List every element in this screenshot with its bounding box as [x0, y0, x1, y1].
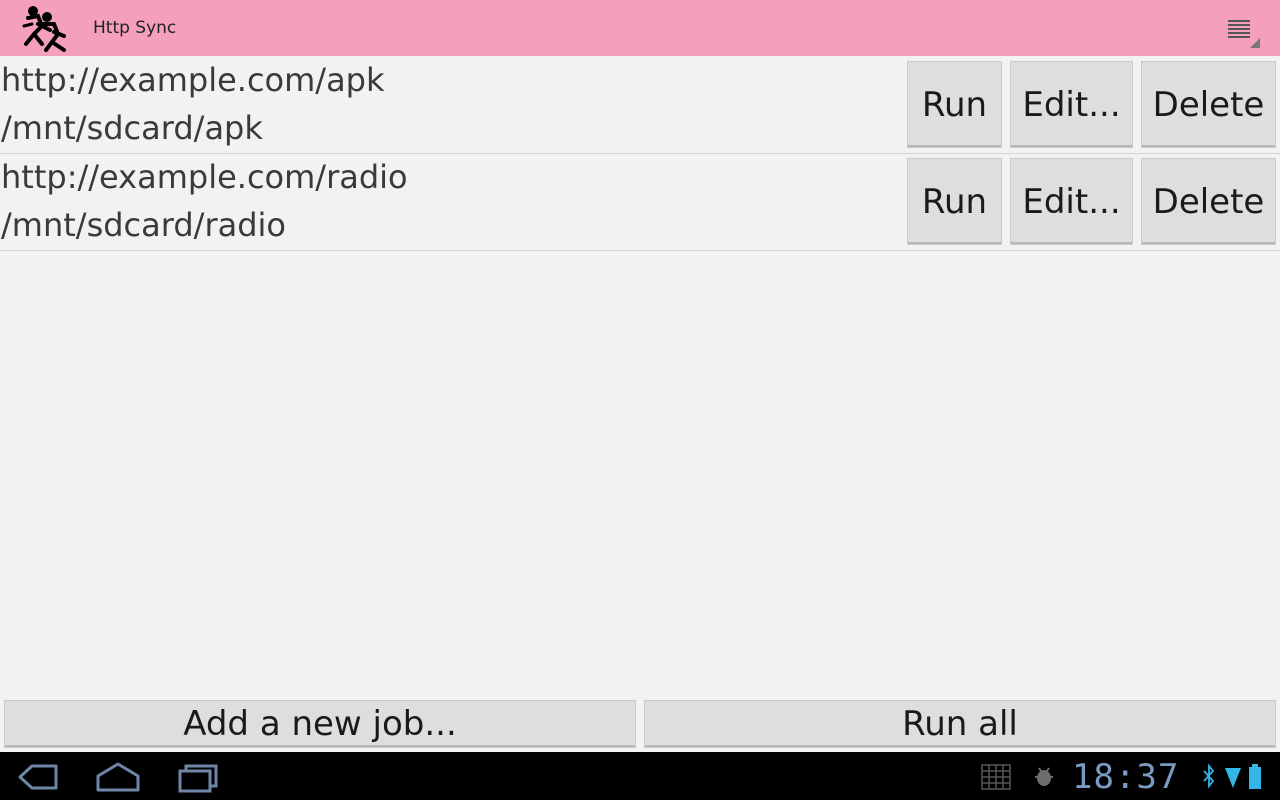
- job-path: /mnt/sdcard/apk: [1, 109, 263, 147]
- run-job-button[interactable]: Run: [907, 61, 1002, 148]
- run-job-button[interactable]: Run: [907, 158, 1002, 245]
- delete-job-button[interactable]: Delete: [1141, 61, 1276, 148]
- screen: Http Sync http://example.com/apk /mnt/sd…: [0, 0, 1280, 800]
- wifi-icon: [1225, 768, 1241, 788]
- screenshot-grid-icon[interactable]: [980, 762, 1012, 792]
- edit-job-button[interactable]: Edit...: [1010, 158, 1133, 245]
- bluetooth-icon: [1203, 763, 1215, 789]
- add-job-button[interactable]: Add a new job...: [4, 700, 636, 748]
- job-path: /mnt/sdcard/radio: [1, 206, 286, 244]
- app-title: Http Sync: [93, 18, 177, 38]
- running-people-icon[interactable]: [20, 4, 70, 52]
- clock: 18:37: [1072, 757, 1180, 797]
- job-url: http://example.com/radio: [1, 158, 408, 196]
- job-row: http://example.com/apk /mnt/sdcard/apk R…: [0, 57, 1280, 154]
- usb-debugging-icon[interactable]: [1032, 762, 1056, 792]
- battery-icon: [1249, 764, 1261, 789]
- job-url: http://example.com/apk: [1, 61, 385, 99]
- home-icon[interactable]: [90, 760, 146, 794]
- overflow-menu-icon[interactable]: [1218, 10, 1262, 50]
- job-row: http://example.com/radio /mnt/sdcard/rad…: [0, 154, 1280, 251]
- delete-job-button[interactable]: Delete: [1141, 158, 1276, 245]
- edit-job-button[interactable]: Edit...: [1010, 61, 1133, 148]
- action-bar: Http Sync: [0, 0, 1280, 56]
- back-icon[interactable]: [10, 760, 66, 794]
- run-all-button[interactable]: Run all: [644, 700, 1276, 748]
- recent-apps-icon[interactable]: [170, 760, 226, 794]
